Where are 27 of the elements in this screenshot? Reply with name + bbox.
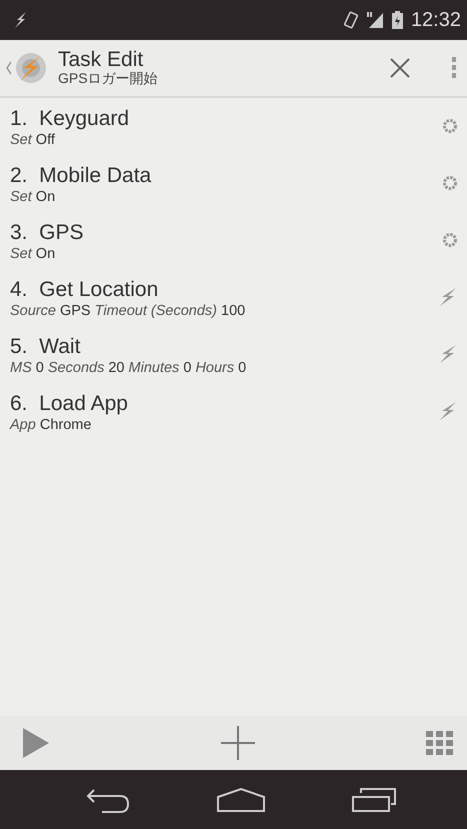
back-nav-button[interactable] (86, 786, 130, 812)
action-title[interactable]: 3. GPS (10, 220, 84, 246)
action-title[interactable]: 4. Get Location (10, 277, 246, 302)
rotation-icon (344, 11, 358, 29)
menu-button[interactable] (451, 56, 457, 80)
task-name: GPSロガー開始 (58, 71, 159, 87)
signal-icon (366, 11, 384, 29)
action-title[interactable]: 2. Mobile Data (10, 163, 152, 188)
clock-time: 12:32 (410, 8, 461, 33)
action-parameters: Set On (10, 188, 56, 208)
action-parameters: Set Off (10, 131, 56, 150)
home-button[interactable] (216, 786, 266, 812)
action-parameters: Set On (10, 245, 56, 264)
lightning-icon (14, 11, 28, 29)
recents-button[interactable] (351, 786, 397, 812)
action-title[interactable]: 6. Load App (10, 391, 128, 416)
action-title[interactable]: 1. Keyguard (10, 106, 130, 132)
add-button[interactable] (220, 725, 256, 761)
grid-button[interactable] (426, 730, 453, 756)
close-button[interactable] (389, 56, 411, 80)
battery-icon (392, 11, 403, 29)
action-parameters: App Chrome (10, 416, 92, 436)
action-parameters: Source GPS Timeout (Seconds) 100 (10, 302, 246, 322)
action-parameters: MS 0 Seconds 20 Minutes 0 Hours 0 (10, 359, 246, 378)
action-title[interactable]: 5. Wait (10, 334, 246, 360)
screen-title: Task Edit (58, 49, 144, 72)
play-button[interactable] (22, 727, 50, 759)
